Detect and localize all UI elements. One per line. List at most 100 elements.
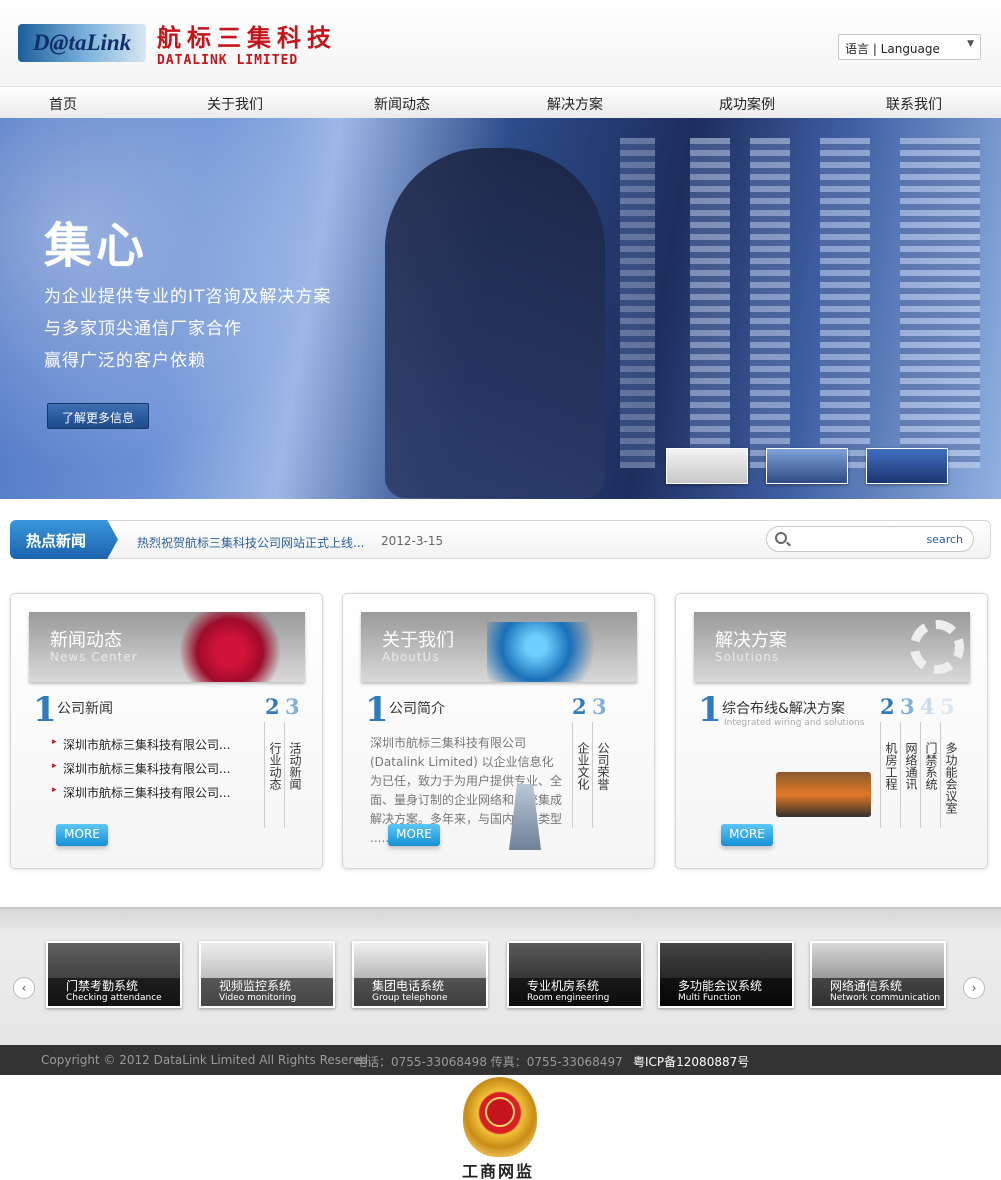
slide-thumbnail[interactable] (666, 448, 748, 484)
tab-number-4: 4 (920, 694, 935, 719)
hot-news-bar: 热点新闻 热烈祝贺航标三集科技公司网站正式上线... 2012-3-15 sea… (10, 520, 991, 559)
divider (880, 722, 881, 828)
tab-conference-room[interactable]: 多功能会议室 (943, 742, 958, 814)
search-input[interactable]: search (766, 526, 974, 552)
hero-banner: 集心 为企业提供专业的IT咨询及解决方案 与多家顶尖通信厂家合作 赢得广泛的客户… (0, 118, 1001, 499)
product-name-en: Multi Function (678, 993, 742, 1003)
footer: Copyright © 2012 DataLink Limited All Ri… (0, 1045, 1001, 1075)
news-list-item[interactable]: 深圳市航标三集科技有限公司... (52, 736, 230, 753)
server-rack-image (820, 138, 870, 468)
news-list-item[interactable]: 深圳市航标三集科技有限公司... (52, 760, 230, 777)
tab-number-2: 2 (265, 694, 280, 719)
flower-image (175, 612, 285, 682)
card-title: 解决方案 (715, 630, 787, 651)
more-button[interactable]: MORE (56, 824, 108, 846)
card-heading[interactable]: 公司简介 (389, 698, 445, 718)
language-select-value: 语言 | Language (845, 42, 940, 56)
nav-about[interactable]: 关于我们 (207, 94, 263, 114)
card-subtitle: AboutUs (382, 650, 440, 664)
divider (940, 722, 941, 828)
contact-phone-fax: 电话：0755-33068498 传真：0755-33068497 (355, 1055, 623, 1069)
product-caption: 网络通信系统 Network communication (812, 978, 944, 1006)
datalink-logo[interactable]: D@taLink (18, 24, 146, 62)
brand: 航标三集科技 DATALINK LIMITED (157, 18, 337, 68)
brand-name-cn: 航标三集科技 (157, 23, 337, 52)
card-heading[interactable]: 综合布线&解决方案 (722, 698, 845, 718)
cabling-product-image (776, 772, 871, 817)
hot-news-date: 2012-3-15 (381, 534, 444, 548)
slide-thumbnail[interactable] (866, 448, 948, 484)
tab-event-news[interactable]: 活动新闻 (287, 742, 302, 790)
brand-name-en: DATALINK LIMITED (157, 53, 299, 68)
tab-industry-news[interactable]: 行业动态 (267, 742, 282, 790)
badge-label: 工商网监 (462, 1162, 535, 1180)
product-name: 视频监控系统 (219, 979, 292, 993)
product-name-en: Room engineering (527, 993, 610, 1003)
product-item[interactable]: 多功能会议系统 Multi Function (658, 941, 794, 1008)
product-name-en: Video monitoring (219, 993, 297, 1003)
emblem-icon (485, 1097, 515, 1127)
tab-company-honors[interactable]: 公司荣誉 (595, 742, 610, 790)
carousel-next-button[interactable]: › (963, 977, 985, 999)
product-name: 门禁考勤系统 (66, 979, 139, 993)
product-item[interactable]: 集团电话系统 Group telephone (352, 941, 488, 1008)
product-item[interactable]: 专业机房系统 Room engineering (507, 941, 643, 1008)
more-button[interactable]: MORE (388, 824, 440, 846)
divider (264, 722, 265, 828)
business-supervision-badge-icon[interactable] (463, 1077, 537, 1157)
gear-icon (910, 620, 964, 674)
carousel-prev-button[interactable]: ‹ (13, 977, 35, 999)
hero-glow (0, 118, 360, 499)
tab-number-3: 3 (900, 694, 915, 719)
nav-cases[interactable]: 成功案例 (719, 94, 775, 114)
card-title: 新闻动态 (50, 630, 122, 651)
tab-machine-room[interactable]: 机房工程 (883, 742, 898, 790)
nav-contact[interactable]: 联系我们 (886, 94, 942, 114)
product-caption: 门禁考勤系统 Checking attendance (48, 978, 180, 1006)
product-caption: 多功能会议系统 Multi Function (660, 978, 792, 1006)
hot-news-link[interactable]: 热烈祝贺航标三集科技公司网站正式上线... (137, 534, 364, 551)
card-banner: 解决方案 Solutions (694, 612, 970, 682)
hero-line: 为企业提供专业的IT咨询及解决方案 (44, 287, 332, 307)
card-banner: 新闻动态 News Center (29, 612, 305, 682)
card-subtitle: Solutions (715, 650, 780, 664)
tab-corporate-culture[interactable]: 企业文化 (575, 742, 590, 790)
product-item[interactable]: 门禁考勤系统 Checking attendance (46, 941, 182, 1008)
icp-license-link[interactable]: 粤ICP备12080887号 (633, 1053, 749, 1070)
nav-news[interactable]: 新闻动态 (374, 94, 430, 114)
nav-solutions[interactable]: 解决方案 (547, 94, 603, 114)
tab-number-1: 1 (365, 690, 389, 730)
product-name: 集团电话系统 (372, 979, 445, 993)
globe-city-image (487, 622, 627, 682)
product-caption: 视频监控系统 Video monitoring (201, 978, 333, 1006)
hero-title: 集心 (44, 218, 149, 274)
divider (592, 722, 593, 828)
server-rack-image (690, 138, 730, 468)
chevron-down-icon: ▼ (967, 39, 974, 49)
hero-line: 与多家顶尖通信厂家合作 (44, 319, 242, 339)
search-button[interactable]: search (926, 533, 963, 546)
card-subtitle: News Center (50, 650, 138, 664)
tab-number-3: 3 (285, 694, 300, 719)
card-title: 关于我们 (382, 630, 454, 651)
product-item[interactable]: 视频监控系统 Video monitoring (199, 941, 335, 1008)
card-heading-en: Integrated wiring and solutions (724, 718, 865, 728)
product-item[interactable]: 网络通信系统 Network communication (810, 941, 946, 1008)
news-list-item[interactable]: 深圳市航标三集科技有限公司... (52, 784, 230, 801)
language-select[interactable]: 语言 | Language ▼ (838, 34, 981, 60)
divider (900, 722, 901, 828)
tab-access-control[interactable]: 门禁系统 (923, 742, 938, 790)
server-rack-image (620, 138, 655, 468)
tab-network-comm[interactable]: 网络通讯 (903, 742, 918, 790)
tab-number-5: 5 (940, 694, 955, 719)
card-heading[interactable]: 公司新闻 (57, 698, 113, 718)
learn-more-button[interactable]: 了解更多信息 (47, 403, 149, 429)
product-name: 网络通信系统 (830, 979, 903, 993)
header: D@taLink 航标三集科技 DATALINK LIMITED 语言 | La… (0, 0, 1001, 86)
main-nav: 首页 关于我们 新闻动态 解决方案 成功案例 联系我们 (0, 86, 1001, 118)
more-button[interactable]: MORE (721, 824, 773, 846)
copyright-text: Copyright © 2012 DataLink Limited All Ri… (41, 1053, 372, 1067)
product-name-en: Group telephone (372, 993, 448, 1003)
nav-home[interactable]: 首页 (49, 94, 77, 114)
slide-thumbnail[interactable] (766, 448, 848, 484)
